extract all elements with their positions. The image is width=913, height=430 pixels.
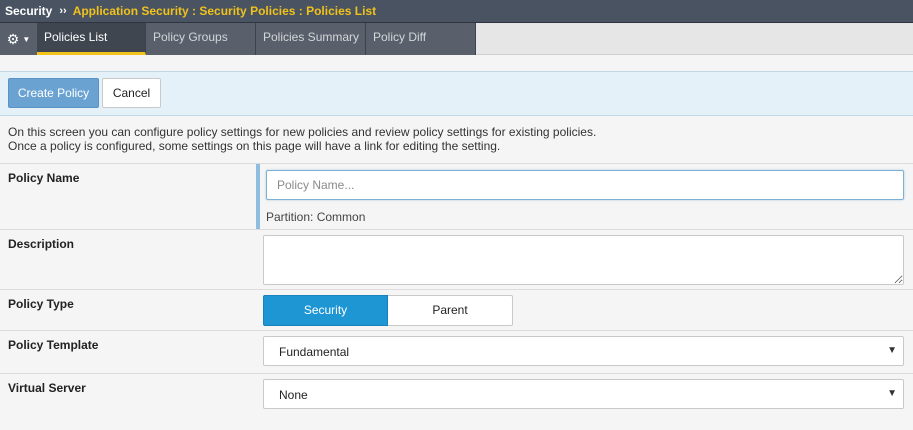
policy-name-row: Policy Name Partition: Common bbox=[0, 163, 913, 229]
policy-template-row: Policy Template Fundamental ▼ bbox=[0, 330, 913, 373]
policy-name-input[interactable] bbox=[266, 170, 904, 200]
chevron-down-icon: ▼ bbox=[887, 345, 897, 356]
tab-policy-diff[interactable]: Policy Diff bbox=[366, 23, 476, 55]
breadcrumb-path: Application Security : Security Policies… bbox=[72, 4, 377, 18]
create-policy-button[interactable]: Create Policy bbox=[8, 78, 99, 108]
policy-template-value: Fundamental bbox=[279, 345, 350, 359]
tab-policy-groups[interactable]: Policy Groups bbox=[146, 23, 256, 55]
action-bar: Create Policy Cancel bbox=[0, 71, 913, 116]
breadcrumb: Security ›› Application Security : Secur… bbox=[0, 0, 913, 23]
chevron-down-icon: ▼ bbox=[887, 388, 897, 399]
description-row: Description bbox=[0, 229, 913, 289]
tab-policies-summary[interactable]: Policies Summary bbox=[256, 23, 366, 55]
intro-text: On this screen you can configure policy … bbox=[8, 125, 908, 153]
field-focus-indicator bbox=[256, 164, 260, 229]
intro-line-2: Once a policy is configured, some settin… bbox=[8, 139, 501, 153]
virtual-server-label: Virtual Server bbox=[8, 381, 86, 395]
policy-name-label: Policy Name bbox=[8, 171, 80, 185]
policy-type-row: Policy Type Security Parent bbox=[0, 289, 913, 330]
policy-type-label: Policy Type bbox=[8, 297, 74, 311]
description-textarea[interactable] bbox=[263, 235, 904, 285]
gear-icon: ⚙ bbox=[6, 31, 20, 47]
virtual-server-row: Virtual Server None ▼ bbox=[0, 373, 913, 430]
policy-type-security-toggle[interactable]: Security bbox=[263, 295, 388, 326]
virtual-server-value: None bbox=[279, 388, 308, 402]
tab-policies-list[interactable]: Policies List bbox=[37, 23, 146, 55]
policy-template-label: Policy Template bbox=[8, 338, 99, 352]
intro-line-1: On this screen you can configure policy … bbox=[8, 125, 597, 139]
cancel-button[interactable]: Cancel bbox=[102, 78, 161, 108]
tab-strip: ⚙ ▼ Policies List Policy Groups Policies… bbox=[0, 23, 913, 55]
caret-down-icon: ▼ bbox=[22, 34, 31, 44]
breadcrumb-root[interactable]: Security bbox=[5, 4, 52, 18]
settings-menu-button[interactable]: ⚙ ▼ bbox=[0, 23, 37, 55]
policy-type-parent-toggle[interactable]: Parent bbox=[388, 295, 513, 326]
virtual-server-select[interactable]: None ▼ bbox=[263, 379, 904, 409]
policy-template-select[interactable]: Fundamental ▼ bbox=[263, 336, 904, 366]
description-label: Description bbox=[8, 237, 75, 251]
partition-text: Partition: Common bbox=[266, 210, 366, 224]
breadcrumb-separator: ›› bbox=[59, 5, 67, 17]
